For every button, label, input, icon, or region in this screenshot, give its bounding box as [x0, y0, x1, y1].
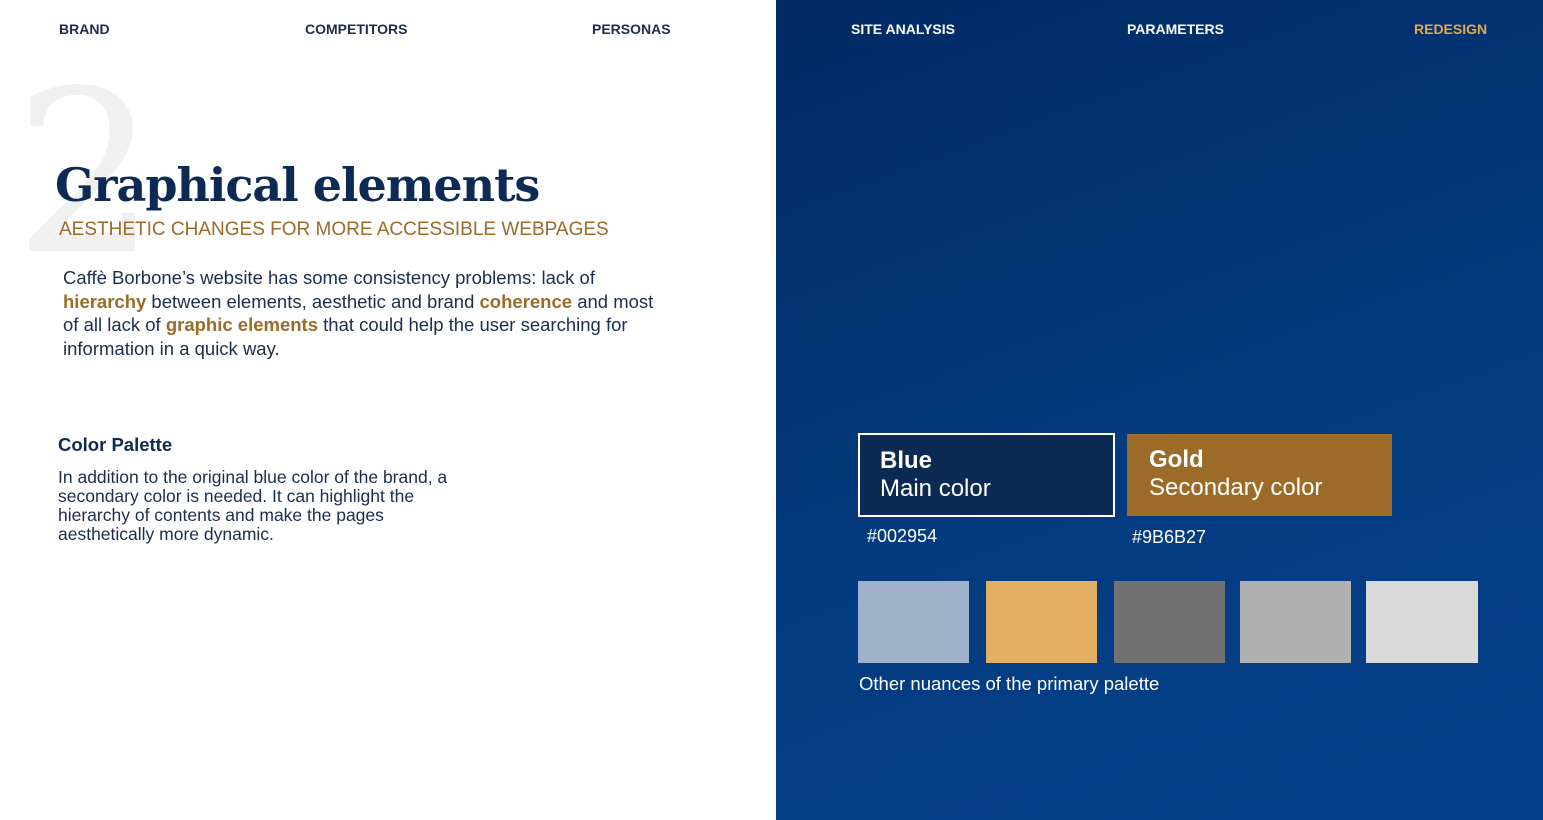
color-palette-heading: Color Palette: [58, 434, 173, 455]
nav-redesign[interactable]: REDESIGN: [1414, 21, 1487, 37]
intro-text: Caffè Borbone’s website has some consist…: [63, 267, 595, 288]
swatch-name: Gold: [1149, 446, 1204, 473]
swatch-role: Secondary color: [1149, 474, 1323, 501]
color-palette-description: In addition to the original blue color o…: [58, 467, 448, 544]
nav-personas[interactable]: PERSONAS: [592, 21, 671, 37]
swatch-role: Main color: [880, 475, 991, 502]
page-title: Graphical elements: [55, 158, 540, 212]
intro-text: between elements, aesthetic and brand: [146, 290, 480, 312]
nav-competitors[interactable]: COMPETITORS: [305, 21, 407, 37]
intro-paragraph: Caffè Borbone’s website has some consist…: [63, 266, 663, 361]
nav-parameters[interactable]: PARAMETERS: [1127, 21, 1224, 37]
highlight-graphic-elements: graphic elements: [165, 314, 318, 336]
nav-brand[interactable]: BRAND: [59, 21, 110, 37]
nav-site-analysis[interactable]: SITE ANALYSIS: [851, 21, 955, 37]
highlight-hierarchy: hierarchy: [63, 290, 147, 312]
right-panel: [776, 0, 1543, 820]
main-color-swatch: Blue Main color: [858, 433, 1115, 517]
nuance-swatch-4: [1240, 581, 1351, 663]
nuances-caption: Other nuances of the primary palette: [859, 673, 1160, 694]
secondary-color-swatch: Gold Secondary color: [1127, 434, 1392, 516]
gold-hex-code: #9B6B27: [1132, 527, 1207, 547]
nuance-swatch-5: [1366, 581, 1478, 663]
nuance-swatch-2: [986, 581, 1097, 663]
blue-hex-code: #002954: [867, 526, 938, 546]
highlight-coherence: coherence: [479, 290, 573, 312]
page-subtitle: AESTHETIC CHANGES FOR MORE ACCESSIBLE WE…: [59, 219, 609, 240]
nuance-swatch-3: [1114, 581, 1225, 663]
swatch-name: Blue: [880, 447, 933, 474]
nuance-swatch-1: [858, 581, 969, 663]
